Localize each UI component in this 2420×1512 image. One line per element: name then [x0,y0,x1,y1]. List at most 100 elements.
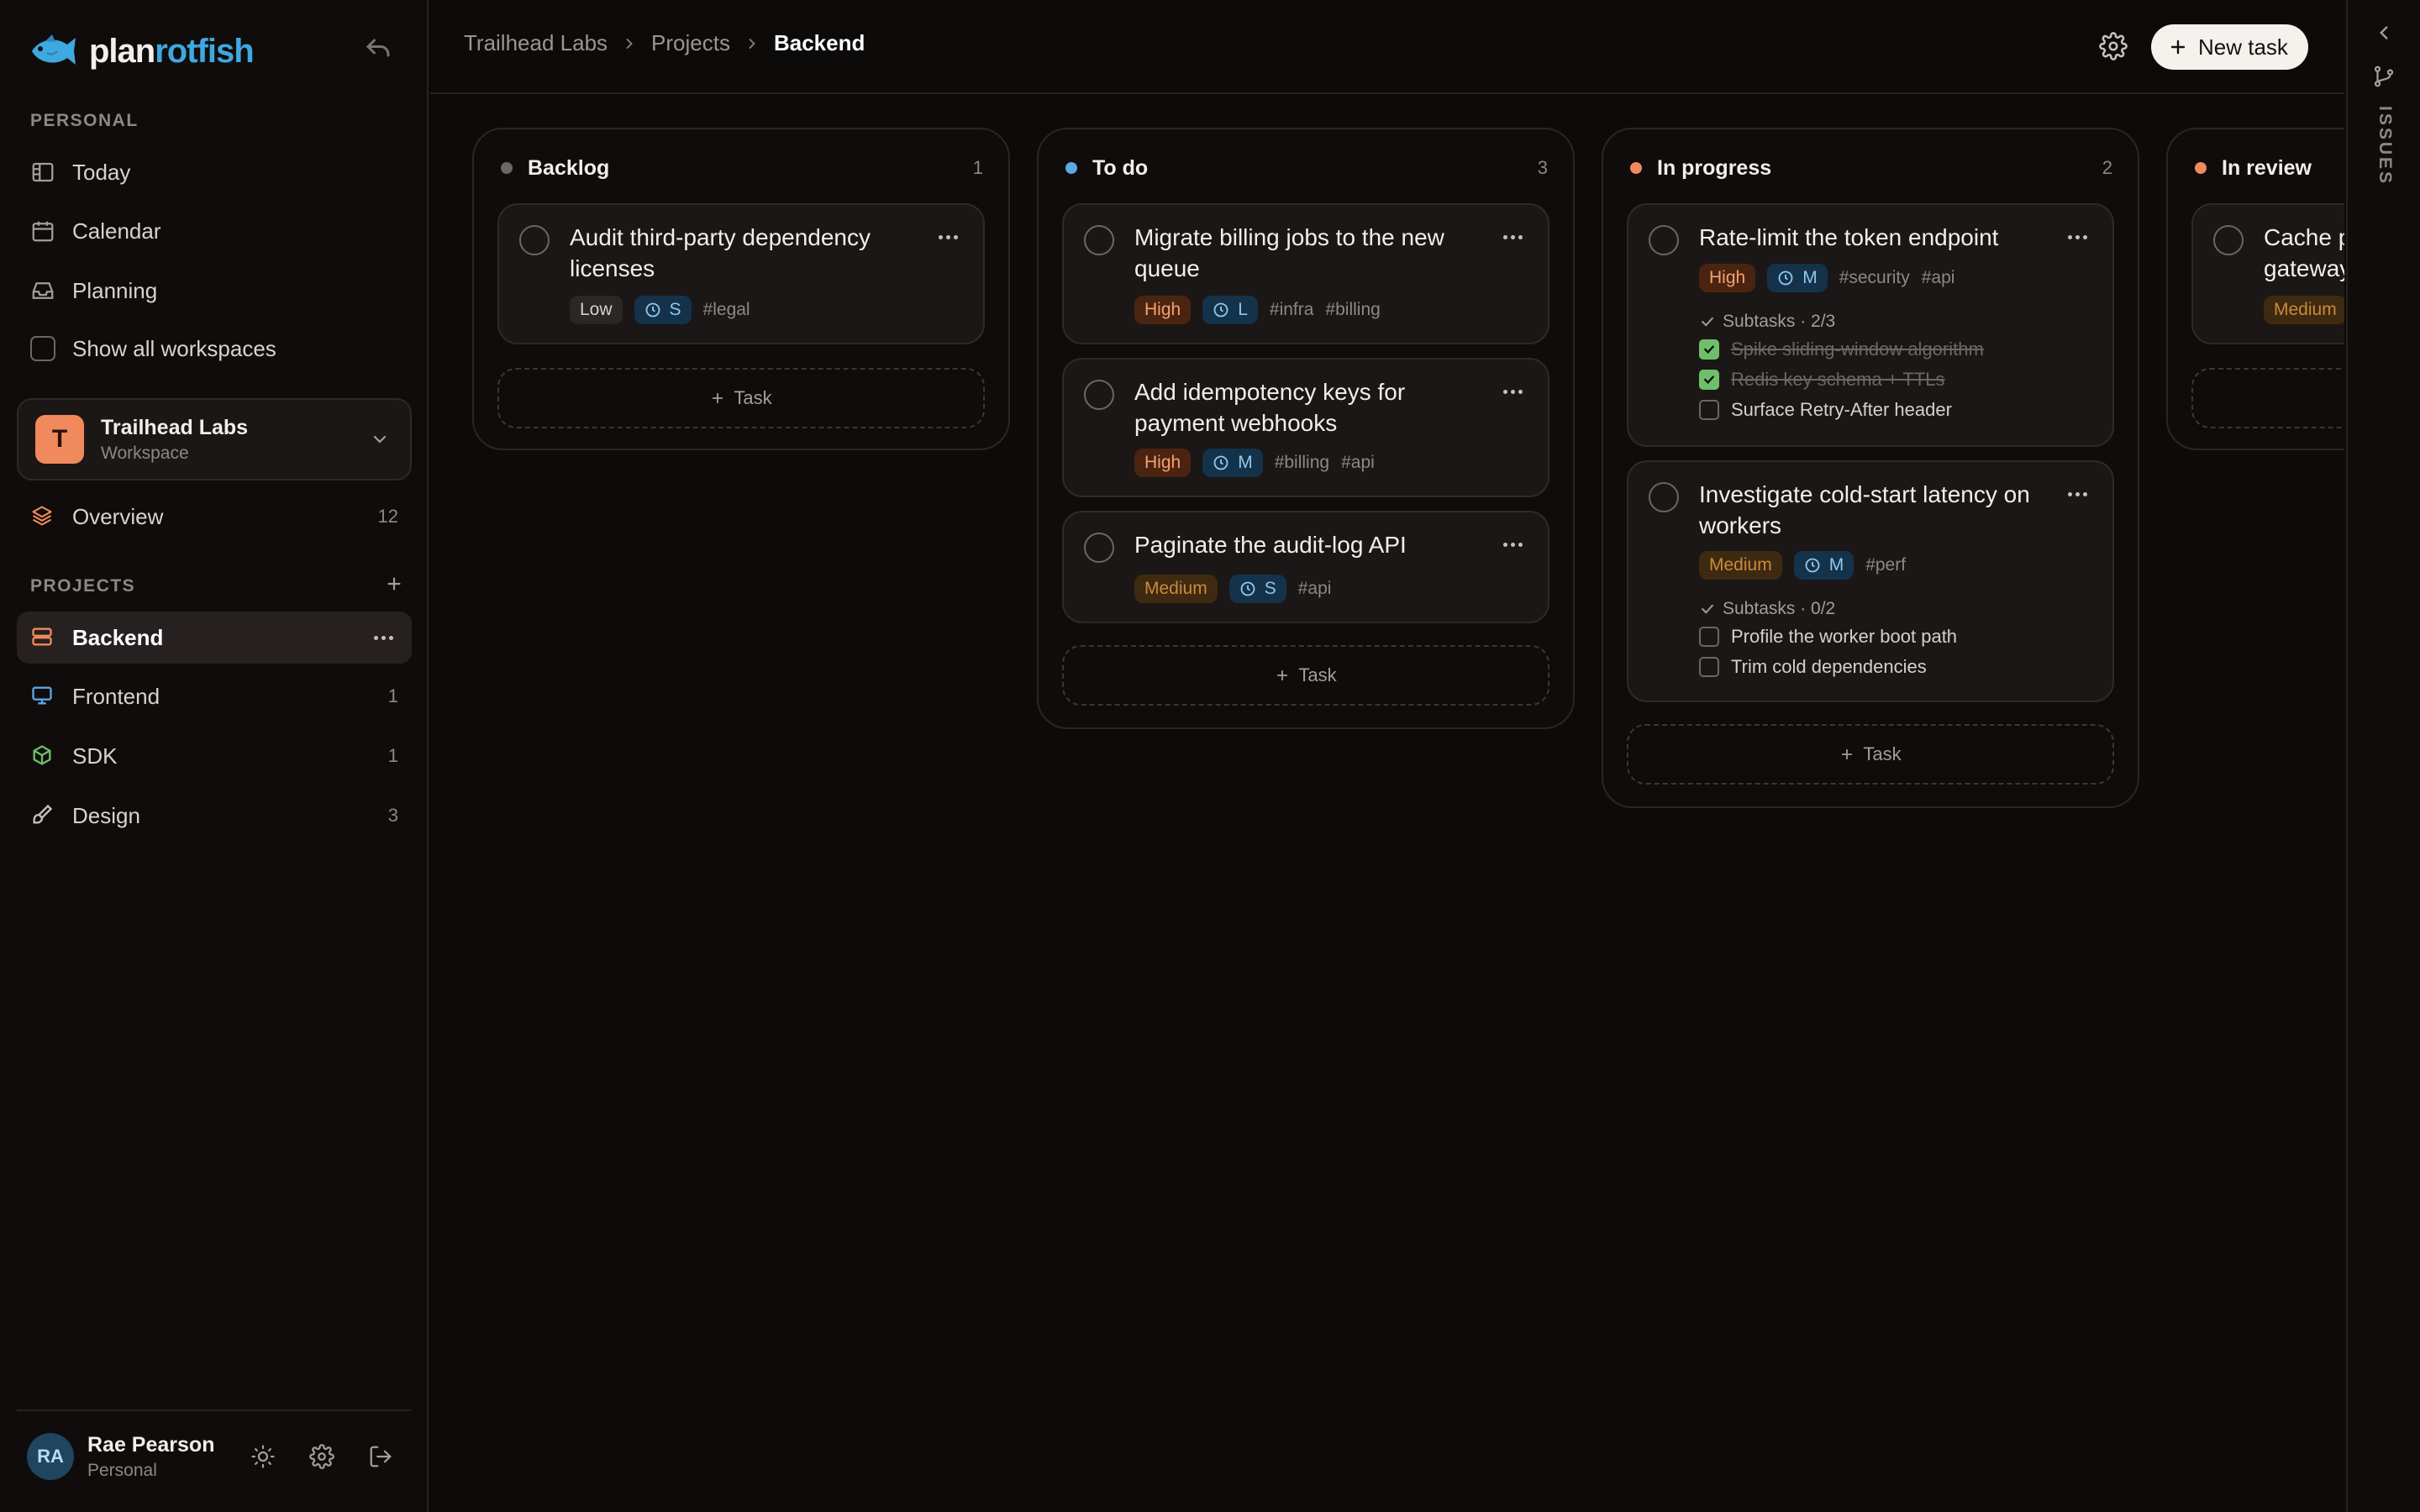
task-complete-checkbox[interactable] [1084,380,1114,410]
new-task-button[interactable]: New task [2151,24,2308,70]
size-label: M [1828,555,1844,575]
today-panel-icon [30,160,55,185]
size-label: L [1238,300,1248,319]
size-badge: S [1228,575,1286,603]
subtask-label: Profile the worker boot path [1731,626,1958,647]
add-project-icon[interactable] [385,575,403,593]
task-title: Add idempotency keys for payment webhook… [1134,379,1406,436]
clock-icon [1240,581,1255,596]
task-card[interactable]: Cache p gateway Medium [2191,203,2344,344]
project-label: SDK [72,743,118,769]
issues-rail-label[interactable]: ISSUES [2375,106,2395,186]
project-item-backend[interactable]: Backend [17,612,412,664]
workspace-switcher[interactable]: T Trailhead Labs Workspace [17,398,412,480]
subtask-item: Redis key schema + TTLs [1699,365,1984,395]
task-card[interactable]: Add idempotency keys for payment webhook… [1062,358,1549,497]
user-bar: RA Rae Pearson Personal [17,1410,412,1502]
nav-item-today[interactable]: Today [17,146,412,198]
add-task-button[interactable]: Task [1062,645,1549,706]
task-complete-checkbox[interactable] [2213,225,2244,255]
task-complete-checkbox[interactable] [1649,482,1679,512]
nav-item-planning[interactable]: Planning [17,265,412,317]
subtask-checkbox[interactable] [1699,627,1719,647]
task-card[interactable]: Audit third-party dependency licenses Lo… [497,203,985,344]
project-item-sdk[interactable]: SDK 1 [17,730,412,782]
task-complete-checkbox[interactable] [1649,225,1679,255]
subtask-checkbox[interactable] [1699,400,1719,420]
subtask-list: Subtasks · 2/3 Spike sliding-window algo… [1699,309,1984,425]
chevron-right-icon [621,35,638,52]
tag-label: #api [1921,268,1955,287]
column-backlog: Backlog 1 Audit third-party dependency l… [472,128,1010,450]
add-task-button[interactable]: Task [1627,724,2114,785]
add-task-button[interactable]: Task [497,368,985,428]
add-task-label: Task [1298,664,1337,685]
project-label: Design [72,802,140,828]
task-more-icon[interactable] [939,235,958,239]
subtask-item: Surface Retry-After header [1699,395,1984,425]
workspace-type: Workspace [101,443,189,463]
task-more-icon[interactable] [2068,235,2087,239]
task-card[interactable]: Investigate cold-start latency on worker… [1627,460,2114,702]
task-title: Paginate the audit-log API [1134,532,1407,558]
show-all-checkbox[interactable] [30,336,55,361]
calendar-icon [30,218,55,244]
task-more-icon[interactable] [1503,390,1523,394]
subtask-checkbox[interactable] [1699,657,1719,677]
monitor-icon [30,684,55,709]
brand-logo[interactable]: planrotfish [27,30,255,72]
subtask-checkbox[interactable] [1699,339,1719,360]
project-label: Backend [72,624,164,650]
collapse-sidebar-icon[interactable] [363,35,393,66]
nav-item-calendar[interactable]: Calendar [17,205,412,257]
task-card[interactable]: Migrate billing jobs to the new queue Hi… [1062,203,1549,344]
task-complete-checkbox[interactable] [1084,533,1114,563]
show-all-workspaces-toggle[interactable]: Show all workspaces [17,323,412,375]
column-count: 3 [1537,157,1548,178]
task-more-icon[interactable] [1503,543,1523,547]
subtasks-header[interactable]: Subtasks · 0/2 [1699,596,1957,622]
overview-label: Overview [72,503,164,529]
sun-theme-icon[interactable] [250,1444,276,1469]
inbox-tray-icon [30,278,55,303]
status-dot [501,162,513,174]
subtask-label: Surface Retry-After header [1731,399,1952,420]
task-more-icon[interactable] [1503,235,1523,239]
add-task-button[interactable] [2191,368,2344,428]
breadcrumb-projects[interactable]: Projects [651,30,730,56]
status-dot [1065,162,1077,174]
gear-icon[interactable] [309,1444,334,1469]
nav-item-overview[interactable]: Overview 12 [17,491,412,543]
task-complete-checkbox[interactable] [1084,225,1114,255]
project-item-design[interactable]: Design 3 [17,790,412,842]
subtask-checkbox[interactable] [1699,370,1719,390]
show-all-label: Show all workspaces [72,335,276,361]
priority-badge: Low [570,296,623,324]
subtasks-progress: Subtasks · 2/3 [1723,312,1836,331]
breadcrumb: Trailhead Labs Projects Backend [464,30,865,56]
plus-icon [1842,748,1853,760]
subtasks-header[interactable]: Subtasks · 2/3 [1699,309,1984,334]
clock-icon [1213,302,1228,318]
project-item-frontend[interactable]: Frontend 1 [17,670,412,722]
avatar[interactable]: RA [27,1433,74,1480]
subtask-item: Profile the worker boot path [1699,622,1957,652]
subtasks-progress: Subtasks · 0/2 [1723,599,1836,618]
task-more-icon[interactable] [2068,492,2087,496]
task-complete-checkbox[interactable] [519,225,550,255]
tag-label: #api [1297,579,1332,598]
project-more-icon[interactable] [374,635,393,640]
breadcrumb-workspace[interactable]: Trailhead Labs [464,30,608,56]
logout-icon[interactable] [368,1444,393,1469]
column-in-progress: In progress 2 Rate-limit the token endpo… [1602,128,2139,808]
priority-badge: High [1134,449,1192,477]
user-name: Rae Pearson [87,1432,215,1457]
task-card[interactable]: Paginate the audit-log API Medium S #api [1062,511,1549,623]
task-title: Cache p gateway [2264,224,2344,281]
project-count: 3 [387,805,398,826]
package-box-icon [30,743,55,769]
project-settings-gear-icon[interactable] [2099,32,2128,60]
chevron-left-icon[interactable] [2373,22,2395,44]
task-card[interactable]: Rate-limit the token endpoint High M #se… [1627,203,2114,447]
git-branch-icon[interactable] [2371,64,2396,89]
